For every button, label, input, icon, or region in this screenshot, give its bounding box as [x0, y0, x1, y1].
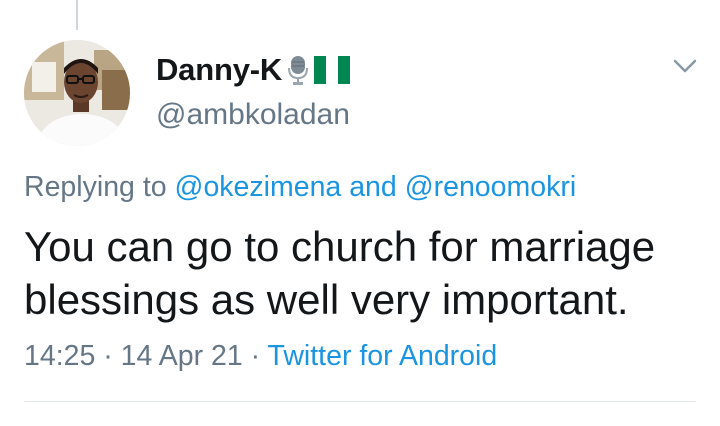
nigeria-flag-icon: [314, 56, 351, 84]
tweet-time[interactable]: 14:25: [24, 340, 95, 372]
avatar[interactable]: [24, 40, 130, 146]
author-name-row[interactable]: Danny-K: [156, 52, 351, 88]
display-name[interactable]: Danny-K: [156, 52, 282, 88]
author-handle[interactable]: @ambkoladan: [156, 98, 350, 132]
meta-separator: ·: [250, 340, 261, 372]
mention-link[interactable]: @okezimena: [175, 171, 342, 203]
divider: [24, 401, 696, 402]
reply-connector: and: [349, 171, 397, 203]
tweet-source-link[interactable]: Twitter for Android: [268, 340, 498, 372]
tweet-date[interactable]: 14 Apr 21: [121, 340, 243, 372]
tweet: Danny-K @ambkoladan Replying to @okezime…: [0, 0, 720, 426]
replying-to-line: Replying to @okezimena and @renoomokri: [24, 171, 576, 204]
tweet-text: You can go to church for marriage blessi…: [24, 223, 656, 323]
chevron-down-icon[interactable]: [672, 56, 698, 76]
mention-link[interactable]: @renoomokri: [405, 171, 577, 203]
replying-to-label: Replying to: [24, 171, 167, 203]
tweet-metadata: 14:25 · 14 Apr 21 · Twitter for Android: [24, 340, 497, 373]
thread-line: [76, 0, 78, 30]
microphone-icon: [288, 54, 309, 86]
meta-separator: ·: [103, 340, 113, 372]
